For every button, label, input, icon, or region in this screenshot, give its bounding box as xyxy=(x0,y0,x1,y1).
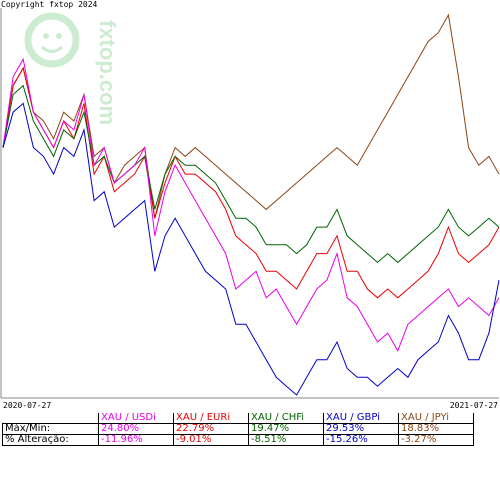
x-start-label: 2020-07-27 xyxy=(3,401,52,410)
series-header-xauusdi: XAU / USDi xyxy=(98,413,174,424)
maxmin-value-xaujpyi: 18.83% xyxy=(398,423,474,435)
series-header-xaujpyi: XAU / JPYi xyxy=(398,413,474,424)
change-value-xauchfi: -8.51% xyxy=(248,434,324,446)
change-value-xaujpyi: -3.27% xyxy=(398,434,474,446)
change-value-xauusdi: -11.96% xyxy=(98,434,174,446)
maxmin-value-xauusdi: 24.80% xyxy=(98,423,174,435)
row-label-change: % Alteração: xyxy=(2,434,99,446)
series-header-xaugbpi: XAU / GBPi xyxy=(323,413,399,424)
series-line-xauusdi xyxy=(2,57,500,352)
change-value-xaueuri: -9.01% xyxy=(173,434,249,446)
row-label-maxmin: Máx/Min: xyxy=(2,423,99,435)
x-end-label: 2021-07-27 xyxy=(449,401,498,410)
watermark-text: fxtop.com xyxy=(95,20,120,125)
table-corner xyxy=(2,413,99,424)
table-row-change: % Alteração: -11.96% -9.01% -8.51% -15.26% -… xyxy=(2,434,474,446)
series-header-xauchfi: XAU / CHFi xyxy=(248,413,324,424)
change-value-xaugbpi: -15.26% xyxy=(323,434,399,446)
maxmin-value-xaueuri: 22.79% xyxy=(173,423,249,435)
maxmin-value-xauchfi: 19.47% xyxy=(248,423,324,435)
series-group xyxy=(2,13,500,396)
watermark: fxtop.com xyxy=(24,12,120,125)
stats-table: XAU / USDi XAU / EURi XAU / CHFi XAU / GBPi… xyxy=(2,413,474,446)
series-header-xaueuri: XAU / EURi xyxy=(173,413,249,424)
maxmin-value-xaugbpi: 29.53% xyxy=(323,423,399,435)
table-header-row: XAU / USDi XAU / EURi XAU / CHFi XAU / GBPi… xyxy=(2,413,474,424)
table-row-maxmin: Máx/Min: 24.80% 22.79% 19.47% 29.53% 18.83% xyxy=(2,423,474,435)
watermark-logo-icon xyxy=(24,12,80,68)
series-line-xaueuri xyxy=(2,66,500,299)
